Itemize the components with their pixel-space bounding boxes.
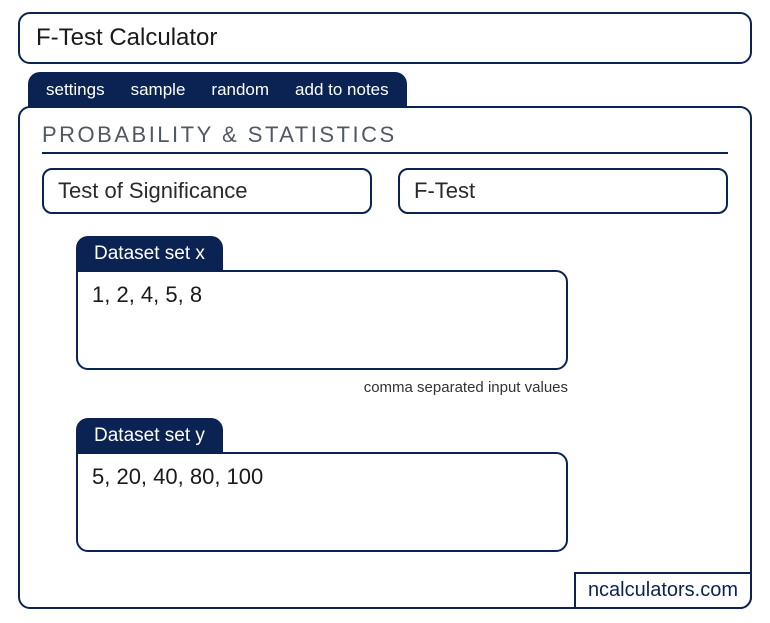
tab-settings[interactable]: settings xyxy=(46,80,105,100)
dataset-x-input[interactable] xyxy=(76,270,568,370)
tabstrip: settings sample random add to notes xyxy=(28,72,407,108)
category-select[interactable]: Test of Significance xyxy=(42,168,372,214)
page-title: F-Test Calculator xyxy=(18,12,752,64)
main-panel: PROBABILITY & STATISTICS Test of Signifi… xyxy=(18,106,752,609)
method-select[interactable]: F-Test xyxy=(398,168,728,214)
brand-badge: ncalculators.com xyxy=(574,572,752,609)
tab-add-to-notes[interactable]: add to notes xyxy=(295,80,389,100)
dataset-y-label: Dataset set y xyxy=(76,418,223,454)
tab-random[interactable]: random xyxy=(211,80,269,100)
selector-row: Test of Significance F-Test xyxy=(42,168,728,214)
section-heading: PROBABILITY & STATISTICS xyxy=(42,122,728,154)
dataset-x-block: Dataset set x comma separated input valu… xyxy=(76,236,568,396)
dataset-x-helper: comma separated input values xyxy=(76,379,568,396)
tab-sample[interactable]: sample xyxy=(131,80,186,100)
dataset-y-block: Dataset set y xyxy=(76,418,568,557)
dataset-y-input[interactable] xyxy=(76,452,568,552)
dataset-x-label: Dataset set x xyxy=(76,236,223,272)
